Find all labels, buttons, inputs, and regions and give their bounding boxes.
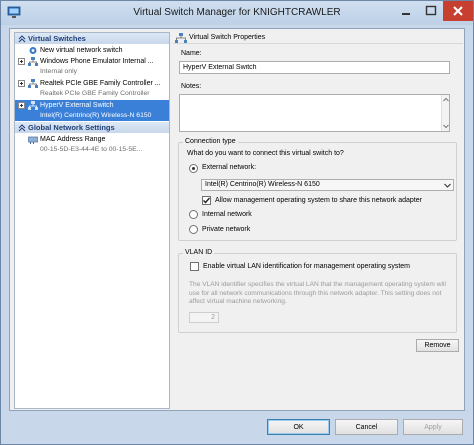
tree-item-sublabel: 00-15-5D-E3-44-4E to 00-15-5E... (40, 146, 143, 153)
external-network-label[interactable]: External network: (202, 164, 256, 171)
tree-item-sub: Internal only (15, 67, 169, 77)
tree-item-windows-phone-emulator[interactable]: Windows Phone Emulator Internal ... (15, 56, 169, 67)
internal-network-label[interactable]: Internal network (202, 211, 252, 218)
tree-item-sublabel: Realtek PCIe GBE Family Controller (40, 90, 150, 97)
checkmark-icon (203, 197, 211, 204)
notes-textarea[interactable] (179, 94, 450, 132)
virtual-switch-manager-window: Virtual Switch Manager for KNIGHTCRAWLER… (0, 0, 474, 445)
maximize-button[interactable] (419, 1, 443, 21)
tree-item-label: New virtual network switch (40, 47, 123, 54)
tree-item-new-switch[interactable]: New virtual network switch (15, 45, 169, 56)
name-label: Name: (181, 50, 202, 57)
tree-item-label: MAC Address Range (40, 136, 106, 143)
dialog-client-area: Virtual Switches New virtual network swi… (9, 28, 465, 411)
scroll-up-icon[interactable] (443, 97, 449, 103)
tree-item-sub: 00-15-5D-E3-44-4E to 00-15-5E... (15, 145, 169, 155)
global-network-settings-header[interactable]: Global Network Settings (15, 122, 169, 133)
private-network-label[interactable]: Private network (202, 226, 250, 233)
minimize-button[interactable] (393, 1, 419, 21)
collapse-chevron-icon (18, 35, 26, 43)
network-switch-icon (28, 101, 38, 110)
apply-button[interactable]: Apply (403, 419, 463, 435)
maximize-icon (425, 5, 437, 16)
tree-item-sublabel: Internal only (40, 68, 78, 75)
allow-management-label[interactable]: Allow management operating system to sha… (215, 197, 422, 204)
tree-item-label: HyperV External Switch (40, 102, 114, 109)
vlan-id-value: 2 (211, 314, 215, 321)
enable-vlan-checkbox[interactable] (190, 262, 199, 271)
expand-icon[interactable] (18, 80, 25, 87)
adapter-selected-value: Intel(R) Centrino(R) Wireless-N 6150 (205, 181, 320, 188)
vlan-id-title: VLAN ID (183, 249, 215, 256)
private-network-radio[interactable] (189, 225, 198, 234)
global-network-settings-label: Global Network Settings (28, 123, 115, 132)
expand-icon[interactable] (18, 102, 25, 109)
chevron-down-icon (444, 183, 451, 188)
virtual-switch-properties-panel: Virtual Switch Properties Name: Notes: C… (173, 32, 463, 382)
close-button[interactable] (443, 1, 473, 21)
internal-network-radio[interactable] (189, 210, 198, 219)
virtual-switches-header[interactable]: Virtual Switches (15, 33, 169, 44)
tree-item-label: Windows Phone Emulator Internal ... (40, 58, 154, 65)
tree-item-mac-address-range[interactable]: MAC Address Range (15, 134, 169, 145)
new-switch-icon (29, 47, 37, 54)
properties-header-label: Virtual Switch Properties (189, 34, 266, 41)
name-input[interactable] (179, 61, 450, 74)
collapse-chevron-icon (18, 124, 26, 132)
tree-item-sub: Realtek PCIe GBE Family Controller (15, 89, 169, 99)
tree-item-realtek[interactable]: Realtek PCIe GBE Family Controller ... (15, 78, 169, 89)
virtual-switches-label: Virtual Switches (28, 34, 86, 43)
scroll-down-icon[interactable] (443, 123, 449, 129)
cancel-button[interactable]: Cancel (335, 419, 398, 435)
remove-button[interactable]: Remove (416, 339, 459, 352)
network-card-icon (28, 136, 38, 144)
network-switch-icon (175, 33, 187, 43)
connection-question: What do you want to connect this virtual… (187, 150, 344, 157)
switch-tree[interactable]: Virtual Switches New virtual network swi… (14, 32, 170, 409)
tree-item-label: Realtek PCIe GBE Family Controller ... (40, 80, 161, 87)
tree-item-sub: Intel(R) Centrino(R) Wireless-N 6150 (15, 111, 169, 121)
vlan-help-text: The VLAN identifier specifies the virtua… (189, 281, 446, 305)
network-adapter-dropdown[interactable]: Intel(R) Centrino(R) Wireless-N 6150 (201, 179, 454, 191)
notes-label: Notes: (181, 83, 202, 90)
tree-item-hyperv-external-switch[interactable]: HyperV External Switch (15, 100, 169, 111)
notes-scrollbar[interactable] (441, 95, 449, 131)
minimize-icon (402, 13, 410, 15)
properties-header: Virtual Switch Properties (173, 32, 463, 44)
title-bar[interactable]: Virtual Switch Manager for KNIGHTCRAWLER (1, 1, 473, 25)
network-switch-icon (28, 79, 38, 88)
vlan-id-spinner[interactable]: 2 (189, 312, 219, 323)
radio-selected-dot (192, 167, 195, 170)
tree-item-sublabel: Intel(R) Centrino(R) Wireless-N 6150 (40, 112, 152, 119)
allow-management-checkbox[interactable] (202, 196, 211, 205)
close-icon (453, 6, 463, 16)
external-network-radio[interactable] (189, 164, 198, 173)
network-switch-icon (28, 57, 38, 66)
connection-type-title: Connection type (183, 138, 238, 145)
enable-vlan-label[interactable]: Enable virtual LAN identification for ma… (203, 263, 410, 270)
expand-icon[interactable] (18, 58, 25, 65)
ok-button[interactable]: OK (267, 419, 330, 435)
